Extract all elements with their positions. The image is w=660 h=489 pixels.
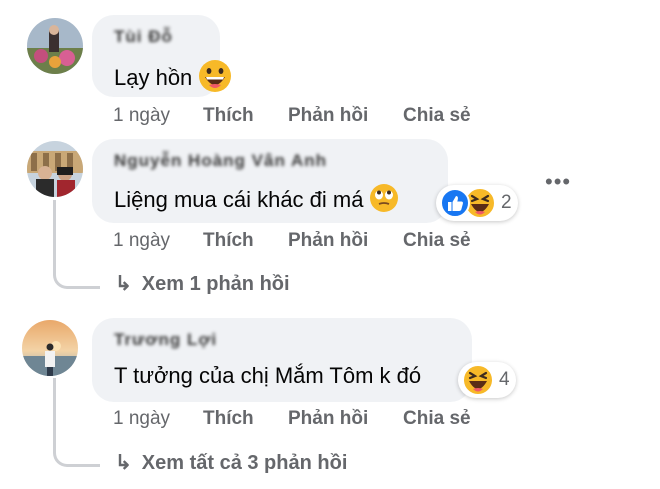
share-button[interactable]: Chia sẻ xyxy=(403,408,471,430)
reaction-count: 4 xyxy=(499,369,510,390)
comment-text: Liệng mua cái khác đi má xyxy=(114,186,364,212)
comment-author[interactable]: Nguyễn Hoàng Vân Anh xyxy=(114,151,327,171)
comment-text-row: Lạy hồn xyxy=(114,59,232,99)
grinning-face-emoji-icon xyxy=(198,59,232,99)
avatar[interactable] xyxy=(27,141,83,197)
comment-actions: 1 ngày Thích Phản hồi Chia sẻ xyxy=(113,408,513,432)
reply-arrow-icon: ↳ xyxy=(115,273,132,295)
view-replies-label: Xem tất cả 3 phản hồi xyxy=(141,452,348,474)
comment-text: T tưởng của chị Mắm Tôm k đó xyxy=(114,363,422,388)
comment-timestamp[interactable]: 1 ngày xyxy=(113,230,170,252)
more-options-icon[interactable]: ••• xyxy=(545,169,571,195)
haha-icon xyxy=(462,364,494,396)
like-button[interactable]: Thích xyxy=(203,230,254,252)
comment-actions: 1 ngày Thích Phản hồi Chia sẻ xyxy=(113,105,513,129)
reaction-summary[interactable]: 4 xyxy=(458,362,516,398)
reply-button[interactable]: Phản hồi xyxy=(288,230,368,252)
avatar[interactable] xyxy=(27,18,83,74)
rolling-eyes-emoji-icon xyxy=(369,183,399,219)
reply-button[interactable]: Phản hồi xyxy=(288,408,368,430)
view-replies-link[interactable]: ↳ Xem 1 phản hồi xyxy=(115,271,290,296)
share-button[interactable]: Chia sẻ xyxy=(403,105,471,127)
share-button[interactable]: Chia sẻ xyxy=(403,230,471,252)
comment-author[interactable]: Trương Lợi xyxy=(114,330,217,350)
avatar[interactable] xyxy=(22,320,78,376)
reply-button[interactable]: Phản hồi xyxy=(288,105,368,127)
thread-curve xyxy=(53,420,100,467)
thread-curve xyxy=(53,240,100,289)
comment-bubble: Trương Lợi T tưởng của chị Mắm Tôm k đó xyxy=(92,318,472,402)
comment-timestamp[interactable]: 1 ngày xyxy=(113,105,170,127)
reply-arrow-icon: ↳ xyxy=(115,452,132,474)
comment-text-row: Liệng mua cái khác đi má xyxy=(114,183,399,219)
reaction-count: 2 xyxy=(501,192,512,213)
comment-bubble: Tùi Đỗ Lạy hồn xyxy=(92,15,232,97)
view-replies-label: Xem 1 phản hồi xyxy=(141,273,290,295)
like-button[interactable]: Thích xyxy=(203,408,254,430)
comment-text: Lạy hồn xyxy=(114,64,193,90)
reaction-summary[interactable]: 2 xyxy=(436,185,518,221)
comment-timestamp[interactable]: 1 ngày xyxy=(113,408,170,430)
like-icon xyxy=(440,188,470,218)
view-replies-link[interactable]: ↳ Xem tất cả 3 phản hồi xyxy=(115,450,347,475)
like-button[interactable]: Thích xyxy=(203,105,254,127)
comment-author[interactable]: Tùi Đỗ xyxy=(114,27,173,47)
comment-actions: 1 ngày Thích Phản hồi Chia sẻ xyxy=(113,230,513,254)
comment-bubble: Nguyễn Hoàng Vân Anh Liệng mua cái khác … xyxy=(92,139,448,223)
